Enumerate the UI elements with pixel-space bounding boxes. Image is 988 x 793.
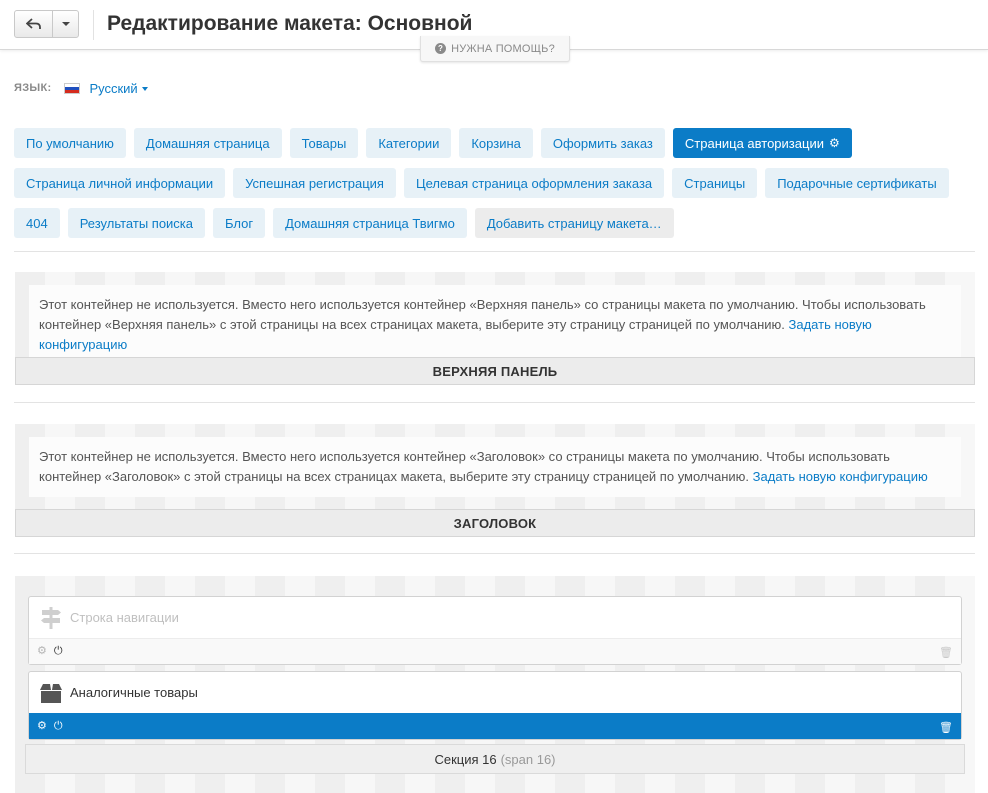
page-tab[interactable]: Страница личной информации — [14, 168, 226, 198]
page-tab[interactable]: Подарочные сертификаты — [765, 168, 949, 198]
help-label: НУЖНА ПОМОЩЬ? — [451, 42, 555, 55]
block-title: Строка навигации — [70, 610, 179, 625]
gear-icon[interactable]: ⚙ — [37, 721, 47, 732]
language-label: ЯЗЫК: — [14, 82, 52, 94]
container-notice: Этот контейнер не используется. Вместо н… — [29, 437, 961, 497]
page-tab[interactable]: Категории — [366, 128, 452, 158]
page-tab-label: Товары — [301, 135, 347, 151]
grid-name: Секция 16 — [434, 751, 497, 767]
page-tab-label: По умолчанию — [26, 135, 114, 151]
block-toolbar: ⚙ ⏻ 🗑 — [29, 638, 961, 664]
chevron-down-icon — [61, 22, 70, 26]
block-breadcrumbs: Строка навигации ⚙ ⏻ 🗑 — [28, 596, 962, 665]
container-top-panel: Этот контейнер не используется. Вместо н… — [15, 272, 975, 385]
back-button-group — [14, 10, 79, 38]
box-icon — [40, 683, 62, 703]
set-new-config-link[interactable]: Задать новую конфигурацию — [753, 469, 928, 484]
page-tab[interactable]: Страница авторизации ⚙ — [672, 128, 852, 158]
page-tab[interactable]: Корзина — [459, 128, 533, 158]
page-tab[interactable]: Результаты поиска — [67, 208, 206, 238]
page-tab[interactable]: Домашняя страница — [133, 128, 282, 158]
page-tab-label: Подарочные сертификаты — [777, 175, 937, 191]
page-tab-label: 404 — [26, 215, 48, 231]
page-tab[interactable]: 404 — [14, 208, 60, 238]
block-title: Аналогичные товары — [70, 685, 198, 700]
help-button[interactable]: ? НУЖНА ПОМОЩЬ? — [420, 36, 570, 62]
container-notice: Этот контейнер не используется. Вместо н… — [29, 285, 961, 357]
block-header[interactable]: Строка навигации — [29, 597, 961, 638]
question-icon: ? — [435, 43, 447, 54]
page-tab[interactable]: По умолчанию — [14, 128, 126, 158]
trash-icon[interactable]: 🗑 — [939, 722, 953, 734]
divider — [14, 553, 975, 554]
language-row: ЯЗЫК: Русский — [14, 81, 148, 96]
page-tab-label: Результаты поиска — [79, 215, 194, 231]
page-tab-label: Домашняя страница — [145, 135, 270, 151]
page-tab[interactable]: Страницы — [672, 168, 758, 198]
divider — [14, 251, 975, 252]
add-layout-page-button[interactable]: Добавить страницу макета… — [474, 208, 674, 238]
trash-icon[interactable]: 🗑 — [939, 647, 953, 659]
page-tab[interactable]: Успешная регистрация — [233, 168, 396, 198]
back-arrow-icon — [25, 18, 41, 29]
back-button[interactable] — [15, 11, 53, 37]
power-icon[interactable]: ⏻ — [54, 646, 63, 657]
page-tab-label: Оформить заказ — [552, 135, 653, 151]
language-selector[interactable]: Русский — [89, 81, 137, 96]
back-dropdown-button[interactable] — [53, 11, 78, 37]
signpost-icon — [41, 606, 61, 629]
page-tab-label: Страница личной информации — [26, 175, 214, 191]
divider — [93, 10, 94, 40]
block-toolbar: ⚙ ⏻ 🗑 — [29, 713, 961, 739]
page-tab[interactable]: Блог — [213, 208, 266, 238]
power-icon[interactable]: ⏻ — [54, 721, 63, 732]
container-title: ВЕРХНЯЯ ПАНЕЛЬ — [15, 357, 975, 385]
page-tab-label: Успешная регистрация — [245, 175, 384, 191]
page-title: Редактирование макета: Основной — [107, 12, 473, 35]
page-tab[interactable]: Целевая страница оформления заказа — [403, 168, 665, 198]
page-tab[interactable]: Товары — [289, 128, 359, 158]
page-tab-label: Страница авторизации — [684, 135, 824, 151]
page-tab-label: Блог — [225, 215, 254, 231]
page-tab-label: Корзина — [471, 135, 521, 151]
block-similar-products: Аналогичные товары ⚙ ⏻ 🗑 — [28, 671, 962, 740]
container-content: Строка навигации ⚙ ⏻ 🗑 Аналогичные товар… — [15, 576, 975, 793]
russia-flag-icon — [64, 82, 81, 94]
page-tab-label: Категории — [378, 135, 440, 151]
divider — [14, 402, 975, 403]
page-tab-label: Целевая страница оформления заказа — [415, 175, 653, 191]
page-tab[interactable]: Домашняя страница Твигмо — [273, 208, 467, 238]
page-tab[interactable]: Оформить заказ — [540, 128, 665, 158]
layout-pages: По умолчанию Домашняя страница Товары Катег… — [14, 128, 960, 238]
grid-label[interactable]: Секция 16 (span 16) — [25, 744, 965, 774]
grid-span: (span 16) — [500, 751, 556, 767]
container-title: ЗАГОЛОВОК — [15, 509, 975, 537]
gear-icon[interactable]: ⚙ — [829, 136, 840, 150]
block-header[interactable]: Аналогичные товары — [29, 672, 961, 713]
chevron-down-icon — [141, 86, 148, 91]
container-header: Этот контейнер не используется. Вместо н… — [15, 424, 975, 537]
page-tab-label: Домашняя страница Твигмо — [285, 215, 455, 231]
gear-icon[interactable]: ⚙ — [37, 646, 47, 657]
page-tab-label: Страницы — [684, 175, 746, 191]
